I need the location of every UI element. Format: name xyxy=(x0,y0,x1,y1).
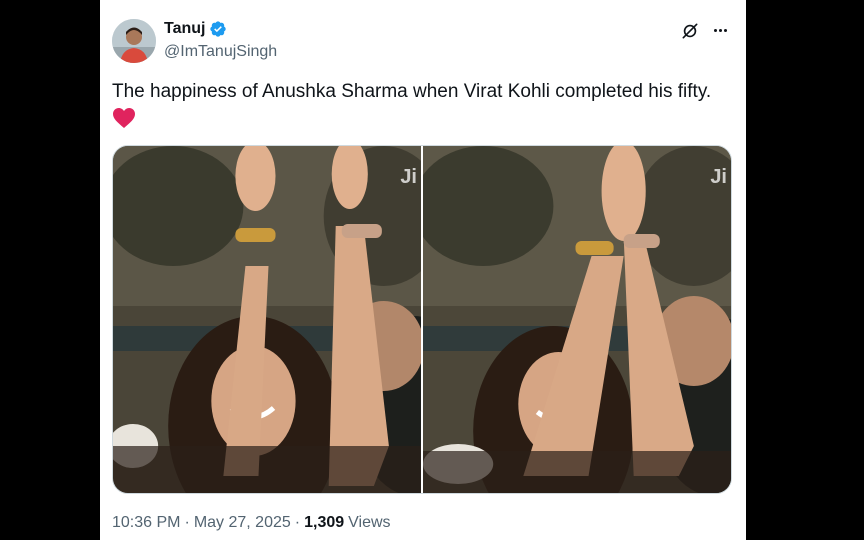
views-label: Views xyxy=(348,514,391,531)
tweet-time[interactable]: 10:36 PM xyxy=(112,514,180,532)
tweet-date[interactable]: May 27, 2025 xyxy=(194,514,291,532)
more-options-icon[interactable] xyxy=(710,20,730,40)
meta-separator: · xyxy=(184,514,190,531)
media-photo-2[interactable]: Ji xyxy=(423,146,731,493)
grok-icon[interactable] xyxy=(680,21,700,41)
media-photo-1[interactable]: Ji xyxy=(113,146,421,493)
views-count: 1,309 xyxy=(304,514,345,531)
tweet-card: Tanuj @ImTanujSingh The happiness of Anu… xyxy=(100,0,746,540)
media-watermark-1: Ji xyxy=(400,166,417,188)
tweet-text: The happiness of Anushka Sharma when Vir… xyxy=(112,81,712,102)
meta-separator-2: · xyxy=(294,514,301,531)
photo-illustration-2 xyxy=(423,146,731,493)
tweet-meta: 10:36 PM · May 27, 2025 · 1,309 Views xyxy=(112,514,391,532)
verified-badge-icon xyxy=(210,21,227,37)
author-name[interactable]: Tanuj xyxy=(164,20,205,38)
avatar[interactable] xyxy=(112,19,156,63)
red-heart-icon xyxy=(113,108,135,128)
media-watermark-2: Ji xyxy=(710,166,727,188)
author-name-row: Tanuj xyxy=(164,20,227,38)
photo-illustration-1 xyxy=(113,146,421,493)
avatar-image xyxy=(112,19,156,63)
tweet-media[interactable]: Ji Ji xyxy=(112,145,732,494)
author-handle[interactable]: @ImTanujSingh xyxy=(164,43,277,61)
